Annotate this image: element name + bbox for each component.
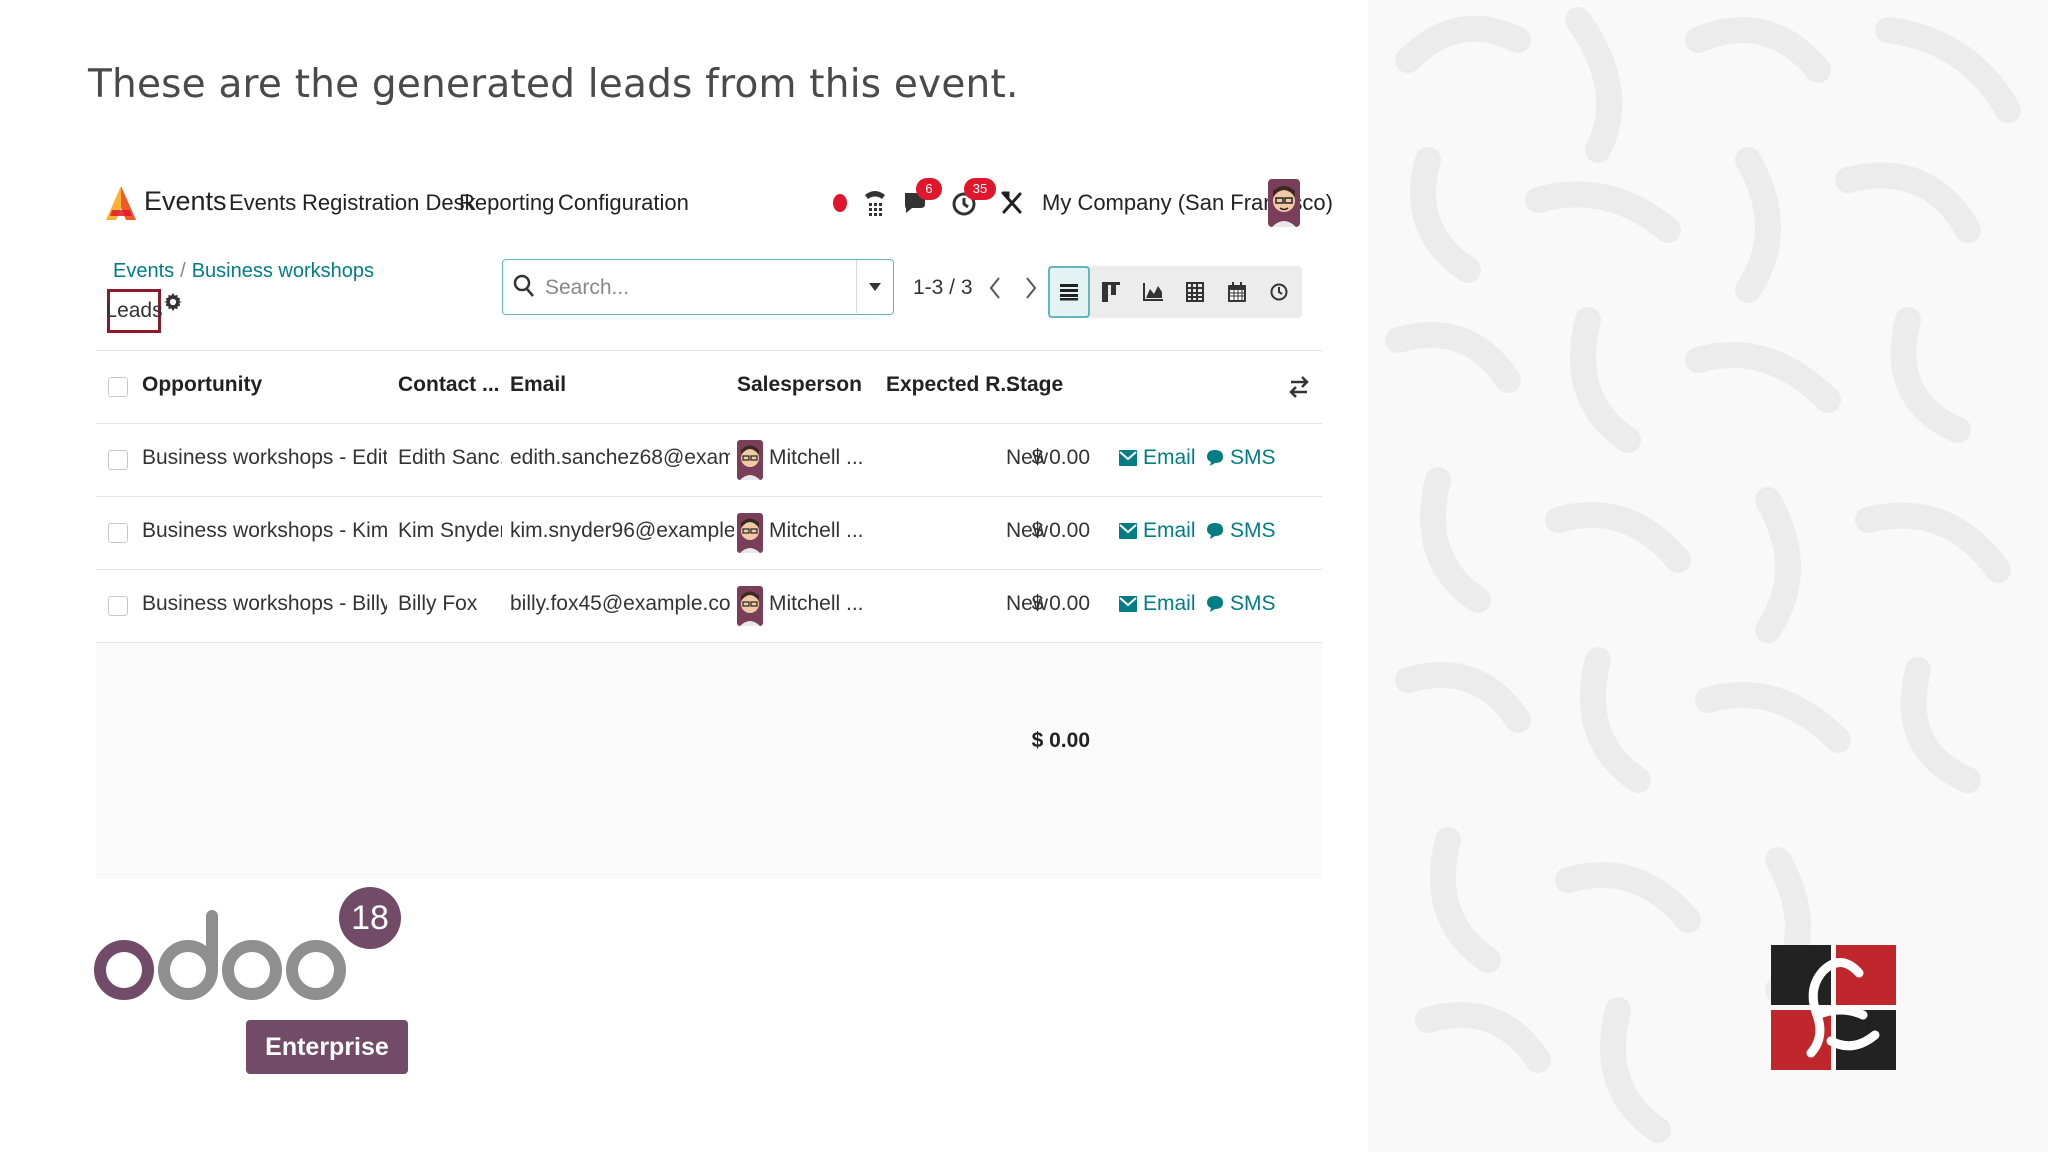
breadcrumb: Events / Business workshops (113, 260, 375, 282)
row-sms-button[interactable]: SMS (1206, 446, 1276, 470)
breadcrumb-events[interactable]: Events (113, 260, 174, 282)
pager-next-button[interactable] (1014, 268, 1048, 308)
odoo-app-window: Events Events Registration Desk Reportin… (96, 160, 1333, 879)
row-email-button[interactable]: Email (1119, 592, 1196, 616)
pager-previous-button[interactable] (978, 268, 1012, 308)
pivot-table-icon (1186, 282, 1204, 302)
decorative-pattern (1368, 0, 2048, 1152)
menu-registration-desk[interactable]: Registration Desk (302, 190, 476, 216)
events-app-icon[interactable] (104, 184, 138, 222)
version-badge: 18 (339, 887, 401, 949)
calendar-view-button[interactable] (1216, 266, 1258, 318)
app-name[interactable]: Events (144, 186, 227, 217)
search-icon (513, 274, 535, 303)
search-input[interactable] (543, 270, 847, 306)
row-email-button[interactable]: Email (1119, 519, 1196, 543)
pivot-view-button[interactable] (1174, 266, 1216, 318)
page-title-leads: Leads (105, 289, 163, 333)
chat-bubble-icon (1207, 450, 1223, 466)
activity-view-button[interactable] (1258, 266, 1300, 318)
envelope-icon (1119, 450, 1137, 466)
optional-columns-toggle-icon[interactable] (1289, 375, 1309, 404)
chevron-right-icon (1026, 277, 1037, 299)
debug-tools-icon[interactable] (998, 186, 1026, 220)
table-row[interactable]: Business workshops - Edith Sa... Edith S… (96, 424, 1322, 497)
list-icon (1060, 284, 1078, 301)
chat-bubble-icon (1207, 596, 1223, 612)
column-header-expected-revenue[interactable]: Expected R... (886, 373, 1018, 397)
clock-icon (1270, 283, 1288, 301)
user-avatar[interactable] (1268, 178, 1300, 228)
row-checkbox[interactable] (108, 523, 128, 543)
table-header-row: Opportunity Contact ... Email Salesperso… (96, 351, 1322, 424)
top-navbar: Events Events Registration Desk Reportin… (96, 160, 1333, 246)
view-switcher (1048, 266, 1302, 318)
gear-icon[interactable] (164, 293, 182, 316)
activities-count-badge: 35 (964, 178, 996, 200)
kanban-view-button[interactable] (1090, 266, 1132, 318)
graph-view-button[interactable] (1132, 266, 1174, 318)
column-header-contact[interactable]: Contact ... (398, 373, 500, 397)
breadcrumb-business-workshops[interactable]: Business workshops (192, 260, 374, 282)
kanban-icon (1102, 282, 1120, 302)
chevron-left-icon (989, 277, 1000, 299)
column-header-email[interactable]: Email (510, 373, 566, 397)
chat-bubble-icon (1207, 523, 1223, 539)
messages-count-badge: 6 (916, 178, 942, 200)
table-row[interactable]: Business workshops - Kim Sny... Kim Snyd… (96, 497, 1322, 570)
column-header-opportunity[interactable]: Opportunity (142, 373, 262, 397)
select-all-checkbox[interactable] (108, 377, 128, 397)
avatar (737, 586, 763, 626)
row-sms-button[interactable]: SMS (1206, 592, 1276, 616)
leads-list: Opportunity Contact ... Email Salesperso… (96, 350, 1322, 879)
expected-revenue-total: $ 0.00 (1031, 729, 1090, 752)
envelope-icon (1119, 596, 1137, 612)
column-header-salesperson[interactable]: Salesperson (737, 373, 862, 397)
odoo-logo: odoo (94, 910, 346, 1000)
pager-value[interactable]: 1-3 / 3 (913, 276, 973, 300)
recording-dot-icon[interactable] (829, 186, 851, 220)
area-chart-icon (1143, 283, 1163, 301)
edition-label: Enterprise (246, 1020, 408, 1074)
row-checkbox[interactable] (108, 450, 128, 470)
phone-dialer-icon[interactable] (860, 186, 890, 220)
activities-clock-icon[interactable]: 35 (948, 178, 996, 220)
list-view-button[interactable] (1048, 266, 1090, 318)
table-row[interactable]: Business workshops - Billy Fox Billy Fox… (96, 570, 1322, 643)
row-sms-button[interactable]: SMS (1206, 519, 1276, 543)
menu-events[interactable]: Events (229, 190, 296, 216)
search-options-toggle[interactable] (856, 260, 893, 313)
envelope-icon (1119, 523, 1137, 539)
caret-down-icon (869, 282, 881, 291)
slide-caption: These are the generated leads from this … (88, 62, 1019, 107)
row-checkbox[interactable] (108, 596, 128, 616)
avatar (737, 513, 763, 553)
row-email-button[interactable]: Email (1119, 446, 1196, 470)
menu-configuration[interactable]: Configuration (558, 190, 689, 216)
calendar-icon (1228, 282, 1246, 302)
search-bar (502, 259, 894, 315)
company-logo (1771, 945, 1896, 1070)
menu-reporting[interactable]: Reporting (459, 190, 554, 216)
avatar (737, 440, 763, 480)
messages-icon[interactable]: 6 (898, 178, 942, 220)
column-header-stage[interactable]: Stage (1006, 373, 1063, 397)
